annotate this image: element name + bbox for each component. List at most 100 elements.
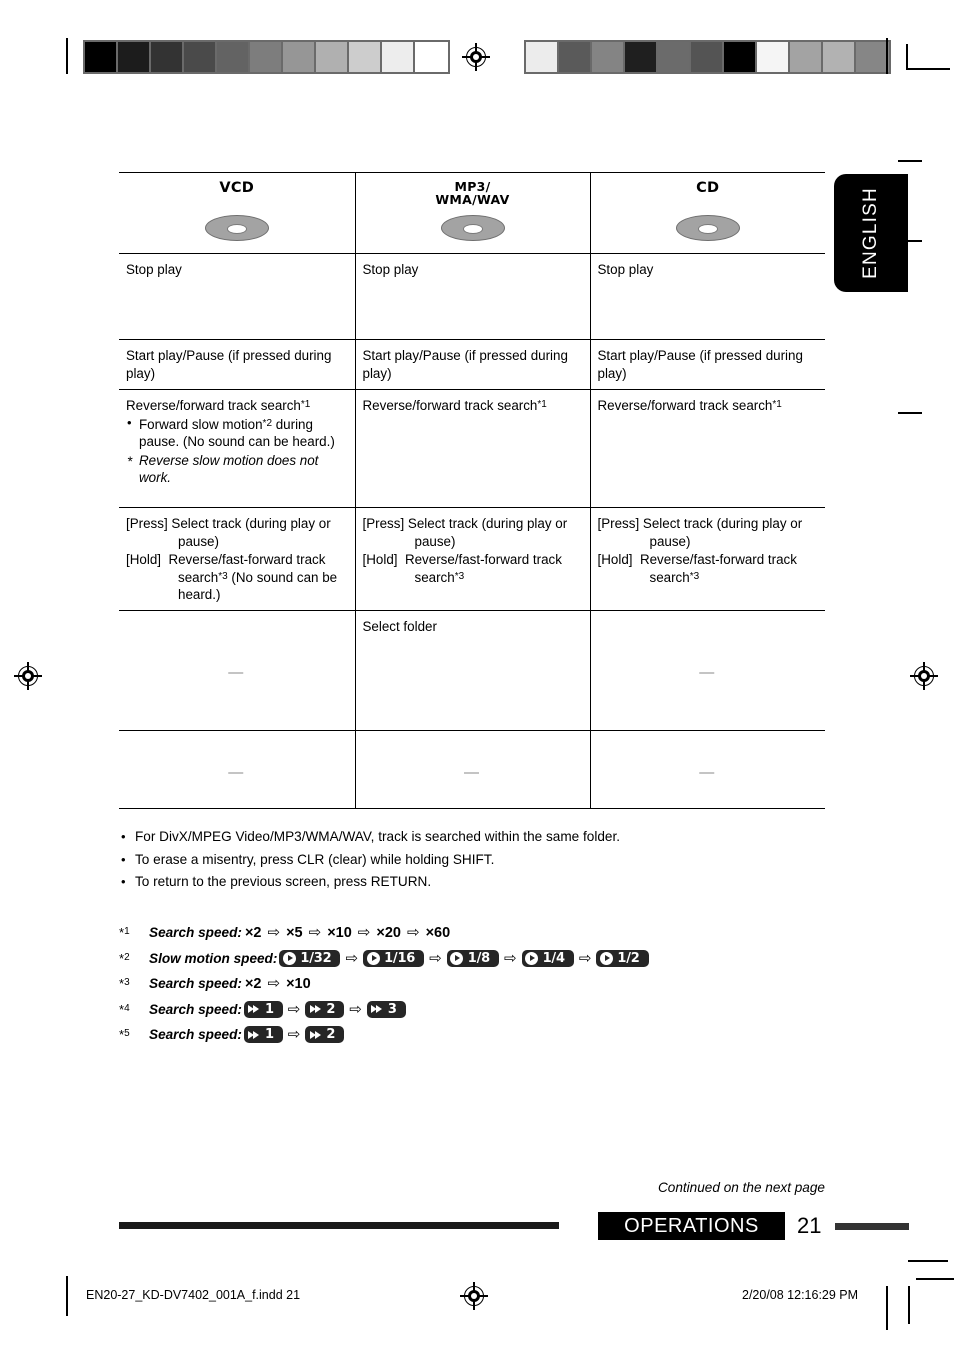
cell-selectfolder-cd: — xyxy=(589,610,825,731)
table-row: — Select folder — xyxy=(119,610,825,731)
cell-tracksearch-mp3: Reverse/forward track search*1 xyxy=(354,389,590,508)
fast-forward-icon xyxy=(308,1028,322,1041)
arrow-icon: ⇨ xyxy=(267,924,281,941)
language-tab-label: ENGLISH xyxy=(860,187,881,279)
column-header-cd: CD xyxy=(589,171,825,254)
slow-motion-badge: 1/4 xyxy=(521,949,574,967)
note-item: To erase a misentry, press CLR (clear) w… xyxy=(119,852,819,867)
table-row: Reverse/forward track search*1 Forward s… xyxy=(119,389,825,508)
badge-label: 2 xyxy=(326,1027,336,1042)
cell-text: Reverse/forward track search xyxy=(362,398,538,414)
crop-mark-bottom-right-h1 xyxy=(908,1260,948,1262)
play-icon xyxy=(599,951,613,965)
press-key: [Press] xyxy=(597,516,640,532)
play-icon xyxy=(282,951,296,965)
hold-key: [Hold] xyxy=(597,552,633,568)
disc-hole xyxy=(462,224,483,234)
registration-mark-left xyxy=(14,662,42,690)
footnote-4: *4 Search speed: 1 ⇨ 2 ⇨ 3 xyxy=(119,1000,879,1019)
note-item: To return to the previous screen, press … xyxy=(119,875,819,889)
cell-empty-dash: — xyxy=(228,764,244,782)
cell-text: Stop play xyxy=(126,262,182,278)
fast-forward-icon xyxy=(247,1028,261,1041)
footnote-ref: *3 xyxy=(689,570,700,582)
press-key: [Press] xyxy=(362,516,405,532)
gray-swatch-6 xyxy=(283,42,316,72)
footnote-ref: *1 xyxy=(772,399,782,411)
cell-stop-cd: Stop play xyxy=(589,253,825,340)
cell-empty-dash: — xyxy=(464,764,479,782)
gray-swatch-3 xyxy=(625,42,658,72)
cell-text: Start play/Pause (if pressed during play… xyxy=(126,348,332,381)
badge-label: 1 xyxy=(264,1027,274,1042)
footnote-step: ×10 xyxy=(327,924,352,941)
note-item: For DivX/MPEG Video/MP3/WMA/WAV, track i… xyxy=(119,830,819,844)
arrow-icon: ⇨ xyxy=(406,924,420,941)
cell-text: Reverse/forward track search xyxy=(597,398,773,414)
gray-swatch-3 xyxy=(184,42,217,72)
gray-swatch-9 xyxy=(823,42,856,72)
cell-stop-vcd: Stop play xyxy=(119,253,355,340)
arrow-icon: ⇨ xyxy=(357,924,371,941)
registration-mark-top xyxy=(462,43,490,71)
gray-swatch-4 xyxy=(658,42,691,72)
arrow-icon: ⇨ xyxy=(349,1000,362,1018)
play-icon xyxy=(450,951,464,965)
column-header-vcd: VCD xyxy=(119,171,355,254)
gray-swatch-8 xyxy=(349,42,382,72)
search-speed-badge: 3 xyxy=(366,1000,406,1018)
cell-bullet-list: Forward slow motion*2 during pause. (No … xyxy=(126,415,346,451)
cell-tracksearch-cd: Reverse/forward track search*1 xyxy=(589,389,825,508)
continued-note: Continued on the next page xyxy=(657,1180,825,1195)
cell-blank-mp3: — xyxy=(354,730,590,810)
arrow-icon: ⇨ xyxy=(345,949,359,967)
footnote-step: ×20 xyxy=(376,924,401,941)
badge-label: 1/8 xyxy=(467,950,490,966)
list-item: Forward slow motion*2 during pause. (No … xyxy=(126,415,346,451)
hold-text: Reverse/fast-forward track search xyxy=(639,552,797,585)
imprint-date: 2/20/08 12:16:29 PM xyxy=(742,1288,859,1302)
arrow-icon: ⇨ xyxy=(287,1000,301,1018)
cell-selecttrack-mp3: [Press] Select track (during play or pau… xyxy=(354,507,590,611)
disc-icon-label-vcd: VCD xyxy=(219,180,255,196)
table-row: [Press] Select track (during play or pau… xyxy=(119,507,825,611)
disc-icon-label-cd: CD xyxy=(696,180,720,196)
badge-label: 1 xyxy=(264,1001,274,1017)
gray-swatch-1 xyxy=(118,42,151,72)
footnote-step: ×60 xyxy=(425,924,451,941)
gray-swatch-10 xyxy=(415,42,448,72)
footnote-step: ×10 xyxy=(286,975,311,992)
crop-mark-top-left-v xyxy=(66,38,68,74)
cell-empty-dash: — xyxy=(699,664,715,682)
arrow-icon: ⇨ xyxy=(503,949,517,967)
search-speed-badge: 1 xyxy=(243,1000,283,1018)
cell-selectfolder-mp3: Select folder xyxy=(354,610,590,731)
section-badge: OPERATIONS xyxy=(598,1212,785,1240)
bullet-text-before: Forward slow motion xyxy=(139,416,263,432)
footnote-ref: *3 xyxy=(218,570,228,582)
footnote-1: *1 Search speed: ×2 ⇨ ×5 ⇨ ×10 ⇨ ×20 ⇨ ×… xyxy=(119,923,879,942)
crop-mark-right-h1 xyxy=(898,160,922,162)
cell-text: Reverse/forward track search xyxy=(126,398,301,414)
gray-swatch-5 xyxy=(691,42,724,72)
footnote-step: ×5 xyxy=(286,924,303,941)
disc-icon-label-line2: WMA/WAV xyxy=(435,191,510,207)
press-line: [Press] Select track (during play or pau… xyxy=(598,515,817,550)
cell-tracksearch-vcd: Reverse/forward track search*1 Forward s… xyxy=(119,389,355,508)
gray-swatch-10 xyxy=(856,42,889,72)
cell-text: Start play/Pause (if pressed during play… xyxy=(597,348,803,381)
search-speed-badge: 2 xyxy=(305,1000,345,1018)
gray-ramp-right xyxy=(524,40,891,74)
cell-empty-dash: — xyxy=(699,764,715,782)
badge-label: 1/2 xyxy=(617,950,640,966)
hold-key: [Hold] xyxy=(362,552,398,568)
gray-swatch-7 xyxy=(757,42,790,72)
footnote-label: Slow motion speed: xyxy=(149,950,278,966)
gray-swatch-9 xyxy=(382,42,415,72)
column-header-mp3: MP3/ WMA/WAV xyxy=(354,171,590,254)
cell-startpause-mp3: Start play/Pause (if pressed during play… xyxy=(354,339,590,390)
badge-label: 1/32 xyxy=(300,950,332,966)
hold-line: [Hold] Reverse/fast-forward track search… xyxy=(126,551,346,603)
play-icon xyxy=(366,951,380,965)
press-line: [Press] Select track (during play or pau… xyxy=(363,515,581,550)
